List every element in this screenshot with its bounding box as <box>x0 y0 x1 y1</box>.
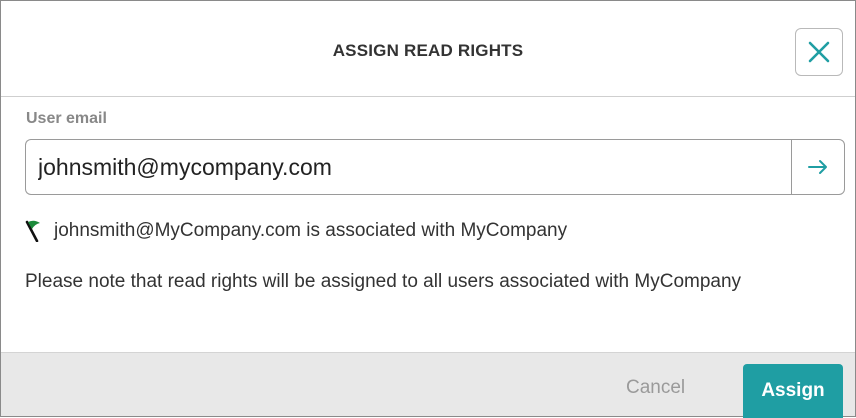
arrow-right-icon <box>808 160 827 174</box>
close-icon <box>808 41 830 63</box>
close-button[interactable] <box>795 28 843 76</box>
cancel-button[interactable]: Cancel <box>626 377 685 399</box>
email-field-label: User email <box>26 110 107 127</box>
assign-button[interactable]: Assign <box>743 364 843 418</box>
association-message: johnsmith@MyCompany.com is associated wi… <box>25 220 567 242</box>
assign-read-rights-dialog: ASSIGN READ RIGHTS User email johnsmith@… <box>0 0 856 418</box>
dialog-footer: Cancel Assign <box>1 352 855 418</box>
dialog-title: ASSIGN READ RIGHTS <box>332 41 524 60</box>
read-rights-note: Please note that read rights will be ass… <box>25 271 742 292</box>
flag-icon <box>25 220 40 242</box>
dialog-header: ASSIGN READ RIGHTS <box>1 1 855 97</box>
submit-email-button[interactable] <box>791 139 845 195</box>
association-text: johnsmith@MyCompany.com is associated wi… <box>54 220 568 241</box>
email-field[interactable] <box>25 139 791 195</box>
